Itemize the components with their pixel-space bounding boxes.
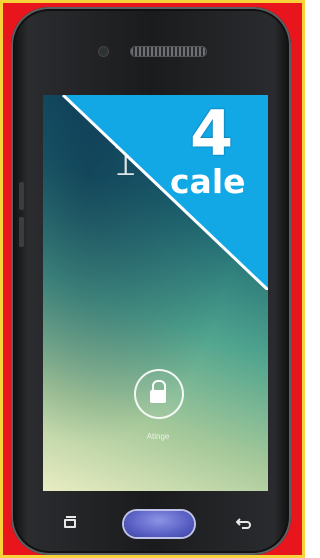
back-arrow-icon[interactable] xyxy=(236,515,252,531)
home-button[interactable] xyxy=(124,511,194,537)
banner-word: cale xyxy=(170,162,246,201)
unlock-hint-text: Atinge xyxy=(146,432,170,441)
volume-button xyxy=(19,182,24,210)
earpiece-speaker xyxy=(131,47,206,56)
recent-apps-icon[interactable] xyxy=(64,516,76,528)
unlock-button[interactable] xyxy=(134,369,184,419)
volume-button-lower xyxy=(19,217,24,247)
front-camera xyxy=(99,47,108,56)
banner-number: 4 xyxy=(190,97,234,170)
